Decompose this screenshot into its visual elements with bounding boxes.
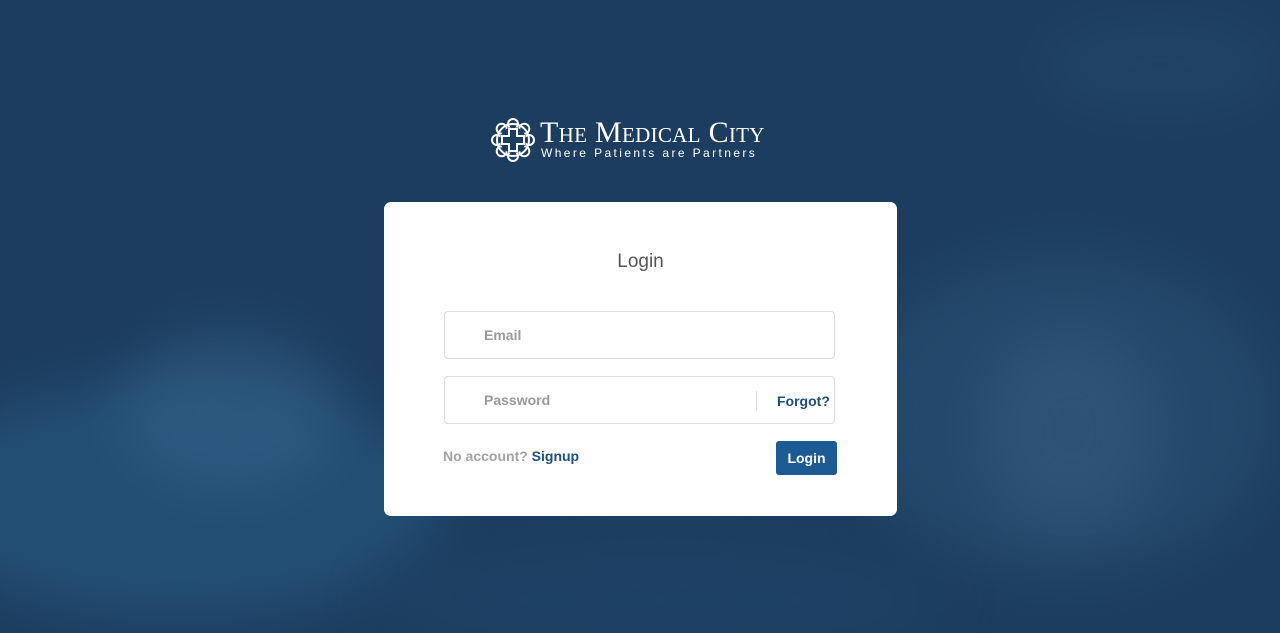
- email-field: [444, 311, 835, 359]
- signup-link[interactable]: Signup: [532, 448, 579, 464]
- login-card: Login Forgot? No account? Signup Login: [384, 202, 897, 516]
- email-input[interactable]: [445, 312, 834, 358]
- signup-prompt: No account? Signup: [443, 447, 579, 465]
- login-title: Login: [617, 251, 664, 272]
- brand-logo: The Medical City Where Patients are Part…: [489, 116, 791, 164]
- brand-tagline: Where Patients are Partners: [541, 146, 758, 160]
- password-input[interactable]: [445, 377, 755, 423]
- brand-name: The Medical City: [540, 116, 765, 149]
- forgot-password-link[interactable]: Forgot?: [777, 392, 830, 410]
- no-account-text: No account?: [443, 448, 528, 464]
- medical-city-emblem-icon: [491, 118, 535, 162]
- password-field: Forgot?: [444, 376, 835, 424]
- field-divider: [756, 391, 757, 411]
- login-button[interactable]: Login: [776, 441, 837, 475]
